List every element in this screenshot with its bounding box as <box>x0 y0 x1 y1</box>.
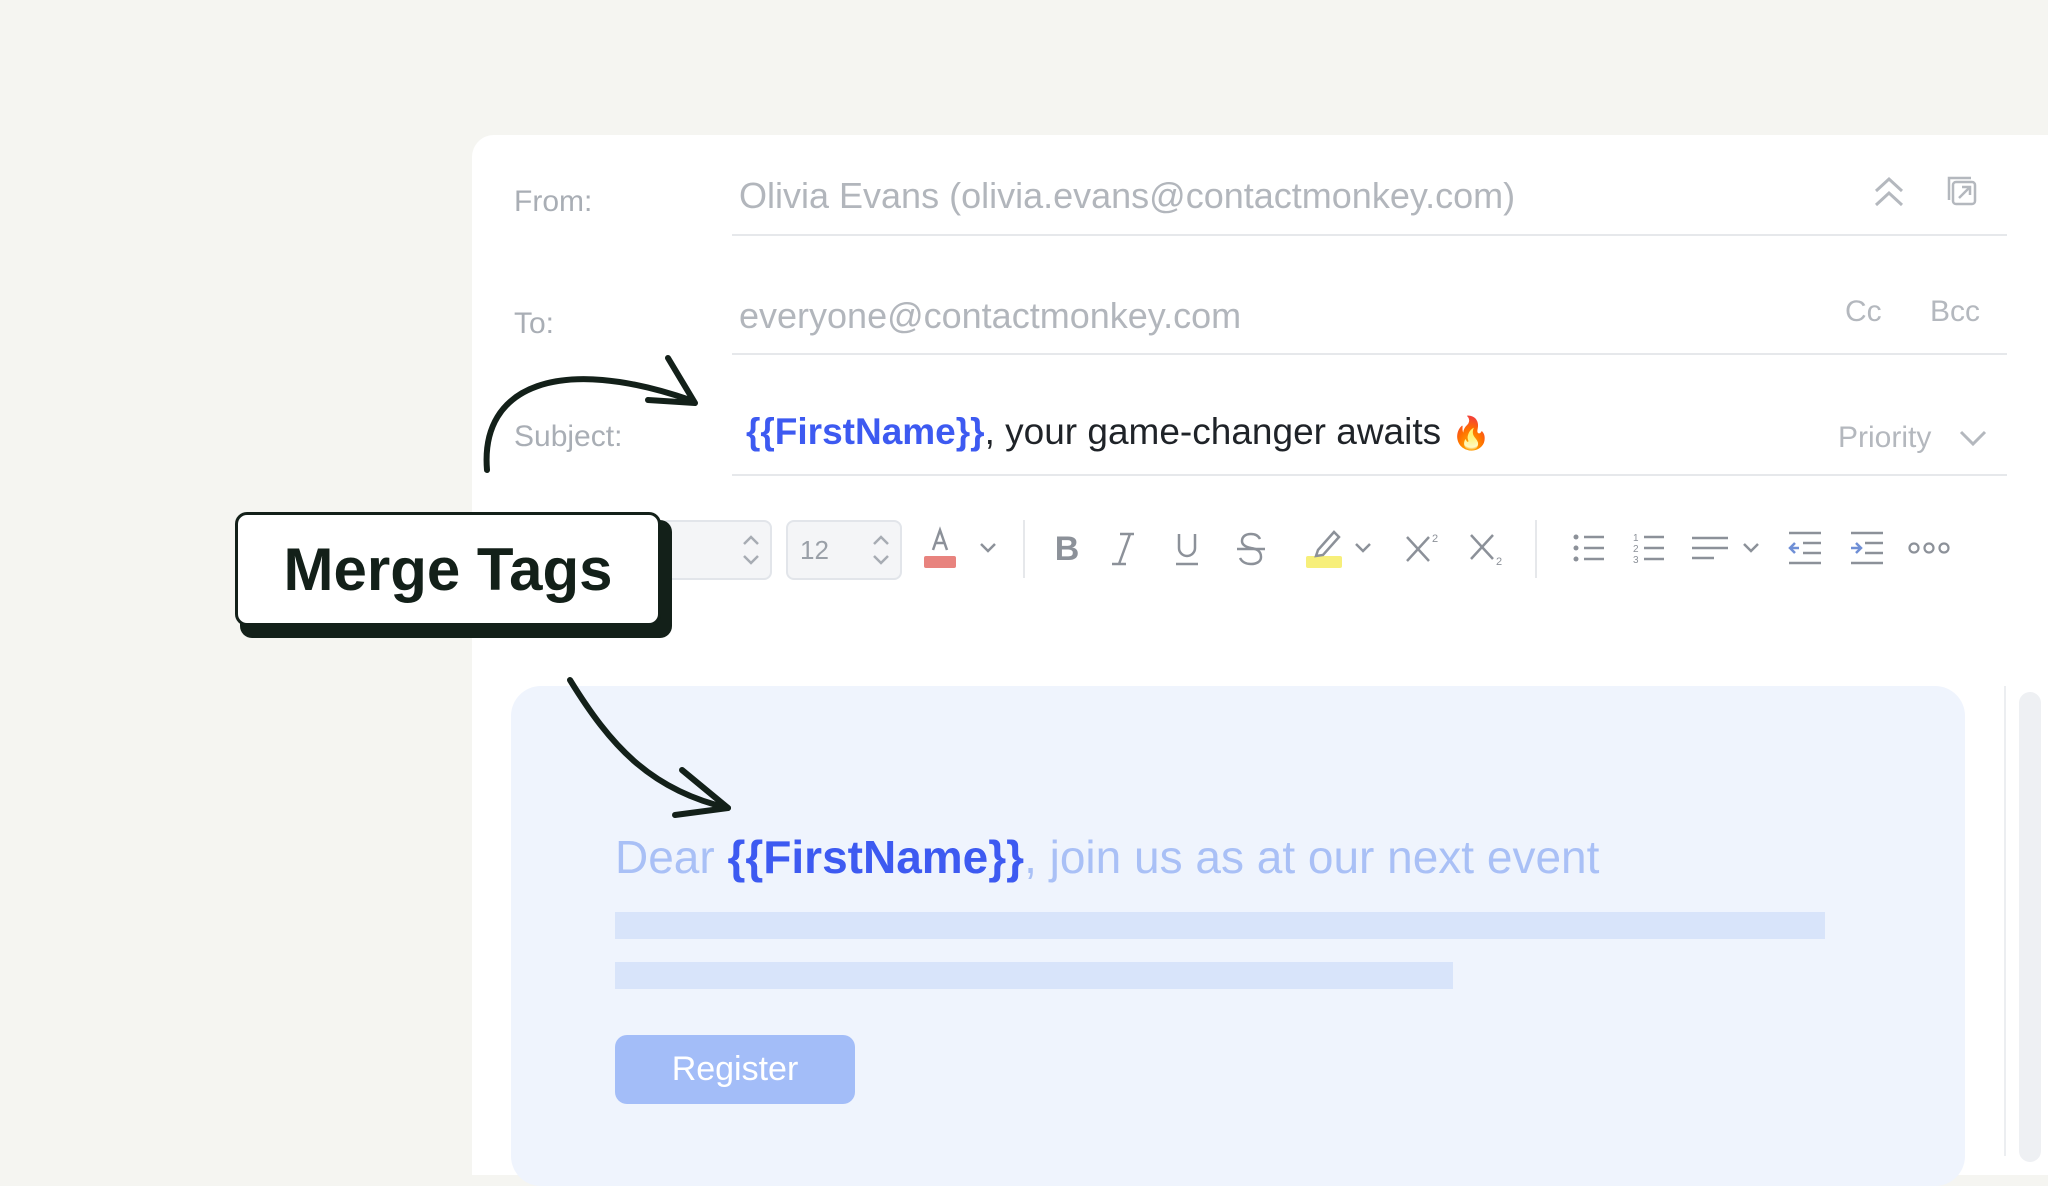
arrow-to-body-icon <box>567 677 731 818</box>
arrow-to-subject-icon <box>483 355 698 473</box>
arrows-overlay <box>483 355 731 818</box>
